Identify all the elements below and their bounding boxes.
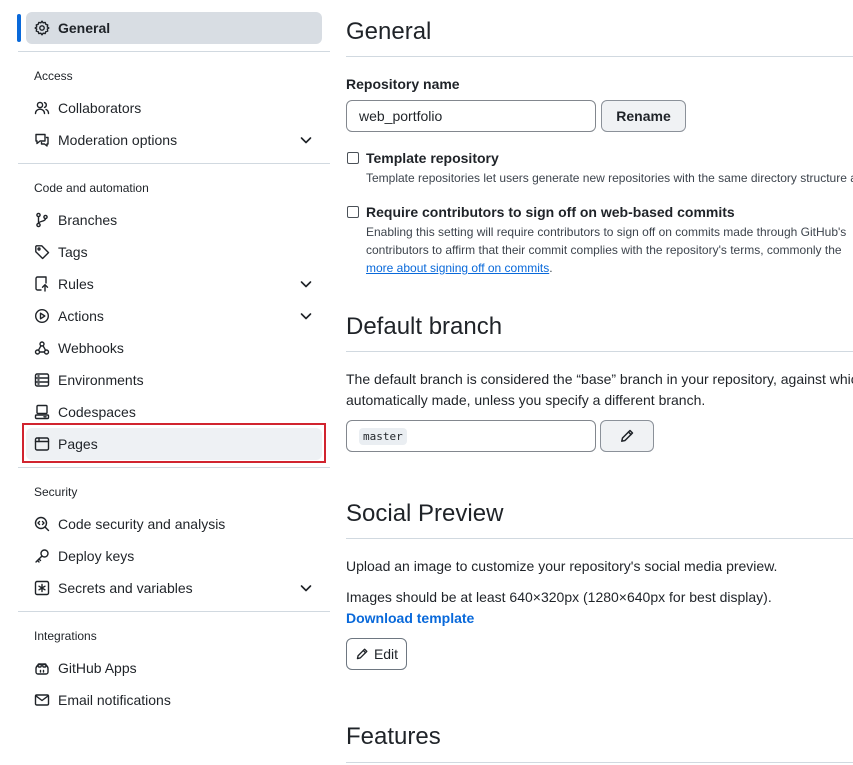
sidebar-item-deploy-keys[interactable]: Deploy keys bbox=[26, 540, 322, 572]
default-branch-description-1: The default branch is considered the “ba… bbox=[346, 371, 853, 387]
sidebar-item-general[interactable]: General bbox=[26, 12, 322, 44]
sidebar-item-actions[interactable]: Actions bbox=[26, 300, 322, 332]
default-branch-field: master bbox=[346, 420, 596, 452]
rename-button-label: Rename bbox=[616, 108, 671, 124]
divider bbox=[18, 51, 330, 52]
play-icon bbox=[34, 308, 50, 324]
sidebar-item-email-notifications[interactable]: Email notifications bbox=[26, 684, 322, 716]
sidebar-item-label: Rules bbox=[58, 276, 94, 292]
chevron-down-icon bbox=[298, 580, 314, 596]
signoff-learn-more-link[interactable]: more about signing off on commits bbox=[366, 261, 549, 275]
template-description: Template repositories let users generate… bbox=[366, 171, 853, 185]
divider bbox=[18, 163, 330, 164]
people-icon bbox=[34, 100, 50, 116]
sidebar-item-branches[interactable]: Branches bbox=[26, 204, 322, 236]
tag-icon bbox=[34, 244, 50, 260]
sidebar-item-label: Branches bbox=[58, 212, 118, 228]
features-title: Features bbox=[346, 723, 441, 750]
webhook-icon bbox=[34, 340, 50, 356]
download-template-link[interactable]: Download template bbox=[346, 610, 474, 626]
settings-sidebar: General Access Collaborators Moderation … bbox=[0, 0, 336, 765]
rename-button[interactable]: Rename bbox=[601, 100, 686, 132]
sidebar-item-code-security[interactable]: Code security and analysis bbox=[26, 508, 322, 540]
section-title-integrations: Integrations bbox=[34, 629, 97, 643]
sidebar-item-label: Codespaces bbox=[58, 404, 136, 420]
repo-push-icon bbox=[34, 276, 50, 292]
repo-name-input[interactable]: web_portfolio bbox=[346, 100, 596, 132]
sidebar-item-label: Code security and analysis bbox=[58, 516, 226, 532]
branch-icon bbox=[34, 212, 50, 228]
divider bbox=[346, 56, 853, 57]
social-preview-title: Social Preview bbox=[346, 500, 504, 527]
sidebar-item-label: Webhooks bbox=[58, 340, 124, 356]
social-description-1: Upload an image to customize your reposi… bbox=[346, 558, 778, 574]
sidebar-item-tags[interactable]: Tags bbox=[26, 236, 322, 268]
chevron-down-icon bbox=[298, 132, 314, 148]
signoff-description-end: . bbox=[549, 261, 553, 275]
sidebar-item-rules[interactable]: Rules bbox=[26, 268, 322, 300]
comment-icon bbox=[34, 132, 50, 148]
sidebar-item-moderation[interactable]: Moderation options bbox=[26, 124, 322, 156]
template-label: Template repository bbox=[366, 150, 499, 166]
divider bbox=[346, 351, 853, 352]
sidebar-item-environments[interactable]: Environments bbox=[26, 364, 322, 396]
default-branch-description-2: automatically made, unless you specify a… bbox=[346, 392, 706, 408]
sidebar-item-label: Actions bbox=[58, 308, 104, 324]
edit-button-label: Edit bbox=[373, 646, 399, 662]
page-title: General bbox=[346, 18, 432, 45]
signoff-checkbox[interactable] bbox=[347, 206, 359, 218]
sidebar-item-label: Moderation options bbox=[58, 132, 178, 148]
sidebar-item-github-apps[interactable]: GitHub Apps bbox=[26, 652, 322, 684]
sidebar-item-label: Tags bbox=[58, 244, 88, 260]
signoff-label: Require contributors to sign off on web-… bbox=[366, 204, 735, 220]
signoff-description-3: more about signing off on commits. bbox=[366, 259, 553, 277]
repo-name-value: web_portfolio bbox=[359, 108, 443, 124]
pencil-icon bbox=[619, 428, 635, 444]
sidebar-item-label: General bbox=[58, 20, 111, 36]
pencil-icon bbox=[355, 647, 369, 661]
sidebar-item-label: Secrets and variables bbox=[58, 580, 193, 596]
sidebar-item-label: GitHub Apps bbox=[58, 660, 137, 676]
section-title-code-automation: Code and automation bbox=[34, 181, 149, 195]
sidebar-item-label: Environments bbox=[58, 372, 144, 388]
divider bbox=[18, 467, 330, 468]
sidebar-item-collaborators[interactable]: Collaborators bbox=[26, 92, 322, 124]
divider bbox=[346, 762, 853, 763]
chevron-down-icon bbox=[298, 308, 314, 324]
branch-name: master bbox=[359, 427, 407, 445]
repo-name-label: Repository name bbox=[346, 76, 460, 92]
divider bbox=[18, 611, 330, 612]
signoff-description-1: Enabling this setting will require contr… bbox=[366, 225, 847, 239]
key-icon bbox=[34, 548, 50, 564]
section-title-access: Access bbox=[34, 69, 73, 83]
divider bbox=[346, 538, 853, 539]
edit-branch-button[interactable] bbox=[600, 420, 654, 452]
default-branch-title: Default branch bbox=[346, 313, 503, 340]
section-title-security: Security bbox=[34, 485, 78, 499]
settings-main: General Repository name web_portfolio Re… bbox=[346, 0, 853, 765]
codespaces-icon bbox=[34, 404, 50, 420]
sidebar-item-label: Email notifications bbox=[58, 692, 171, 708]
template-checkbox[interactable] bbox=[347, 152, 359, 164]
sidebar-item-webhooks[interactable]: Webhooks bbox=[26, 332, 322, 364]
sidebar-item-label: Deploy keys bbox=[58, 548, 135, 564]
codescan-icon bbox=[34, 516, 50, 532]
sidebar-item-label: Collaborators bbox=[58, 100, 142, 116]
edit-social-preview-button[interactable]: Edit bbox=[346, 638, 407, 670]
social-description-2: Images should be at least 640×320px (128… bbox=[346, 589, 772, 605]
gear-icon bbox=[34, 20, 50, 36]
active-indicator bbox=[17, 14, 21, 42]
highlight-box bbox=[22, 423, 326, 463]
server-icon bbox=[34, 372, 50, 388]
mail-icon bbox=[34, 692, 50, 708]
chevron-down-icon bbox=[298, 276, 314, 292]
sidebar-item-secrets[interactable]: Secrets and variables bbox=[26, 572, 322, 604]
copilot-icon bbox=[34, 660, 50, 676]
asterisk-icon bbox=[34, 580, 50, 596]
signoff-description-2: contributors to affirm that their commit… bbox=[366, 243, 842, 257]
